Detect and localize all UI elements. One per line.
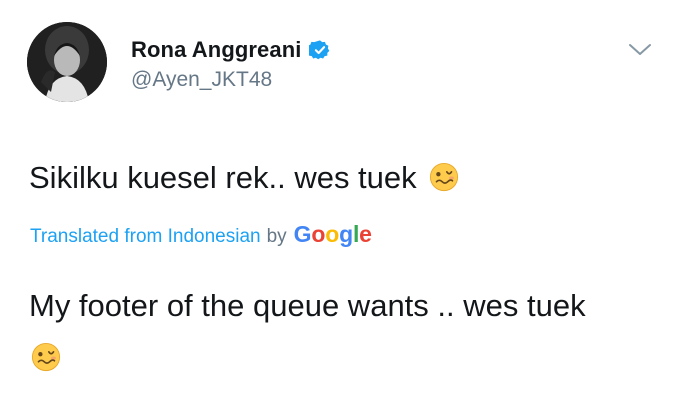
google-logo-letter: e: [359, 221, 372, 247]
tweet-text: Sikilku kuesel rek.. wes tuek: [29, 158, 459, 198]
translated-tweet-text: My footer of the queue wants .. wes tuek: [29, 280, 669, 384]
chevron-down-icon[interactable]: [626, 40, 654, 60]
tweet-card: Rona Anggreani @Ayen_JKT48 Sikilku kuese…: [0, 0, 680, 412]
translated-by-label: by: [266, 226, 287, 247]
translated-from-link[interactable]: Translated from Indonesian: [30, 226, 261, 248]
verified-badge-icon: [309, 39, 331, 61]
woozy-face-emoji-icon: [31, 342, 61, 372]
google-logo-letter: o: [325, 221, 340, 247]
woozy-face-emoji-icon: [429, 162, 459, 192]
user-handle[interactable]: @Ayen_JKT48: [131, 68, 272, 92]
translated-tweet-text-content: My footer of the queue wants .. wes tuek: [29, 288, 586, 323]
google-logo: Google: [294, 221, 372, 248]
google-logo-letter: o: [311, 221, 326, 247]
translation-attribution: Translated from Indonesian by Google: [30, 221, 372, 248]
display-name[interactable]: Rona Anggreani: [131, 37, 301, 63]
avatar[interactable]: [27, 22, 107, 102]
user-name-row: Rona Anggreani: [131, 37, 331, 63]
google-logo-letter: g: [339, 221, 353, 247]
google-logo-letter: G: [293, 221, 312, 247]
tweet-text-content: Sikilku kuesel rek.. wes tuek: [29, 160, 417, 195]
